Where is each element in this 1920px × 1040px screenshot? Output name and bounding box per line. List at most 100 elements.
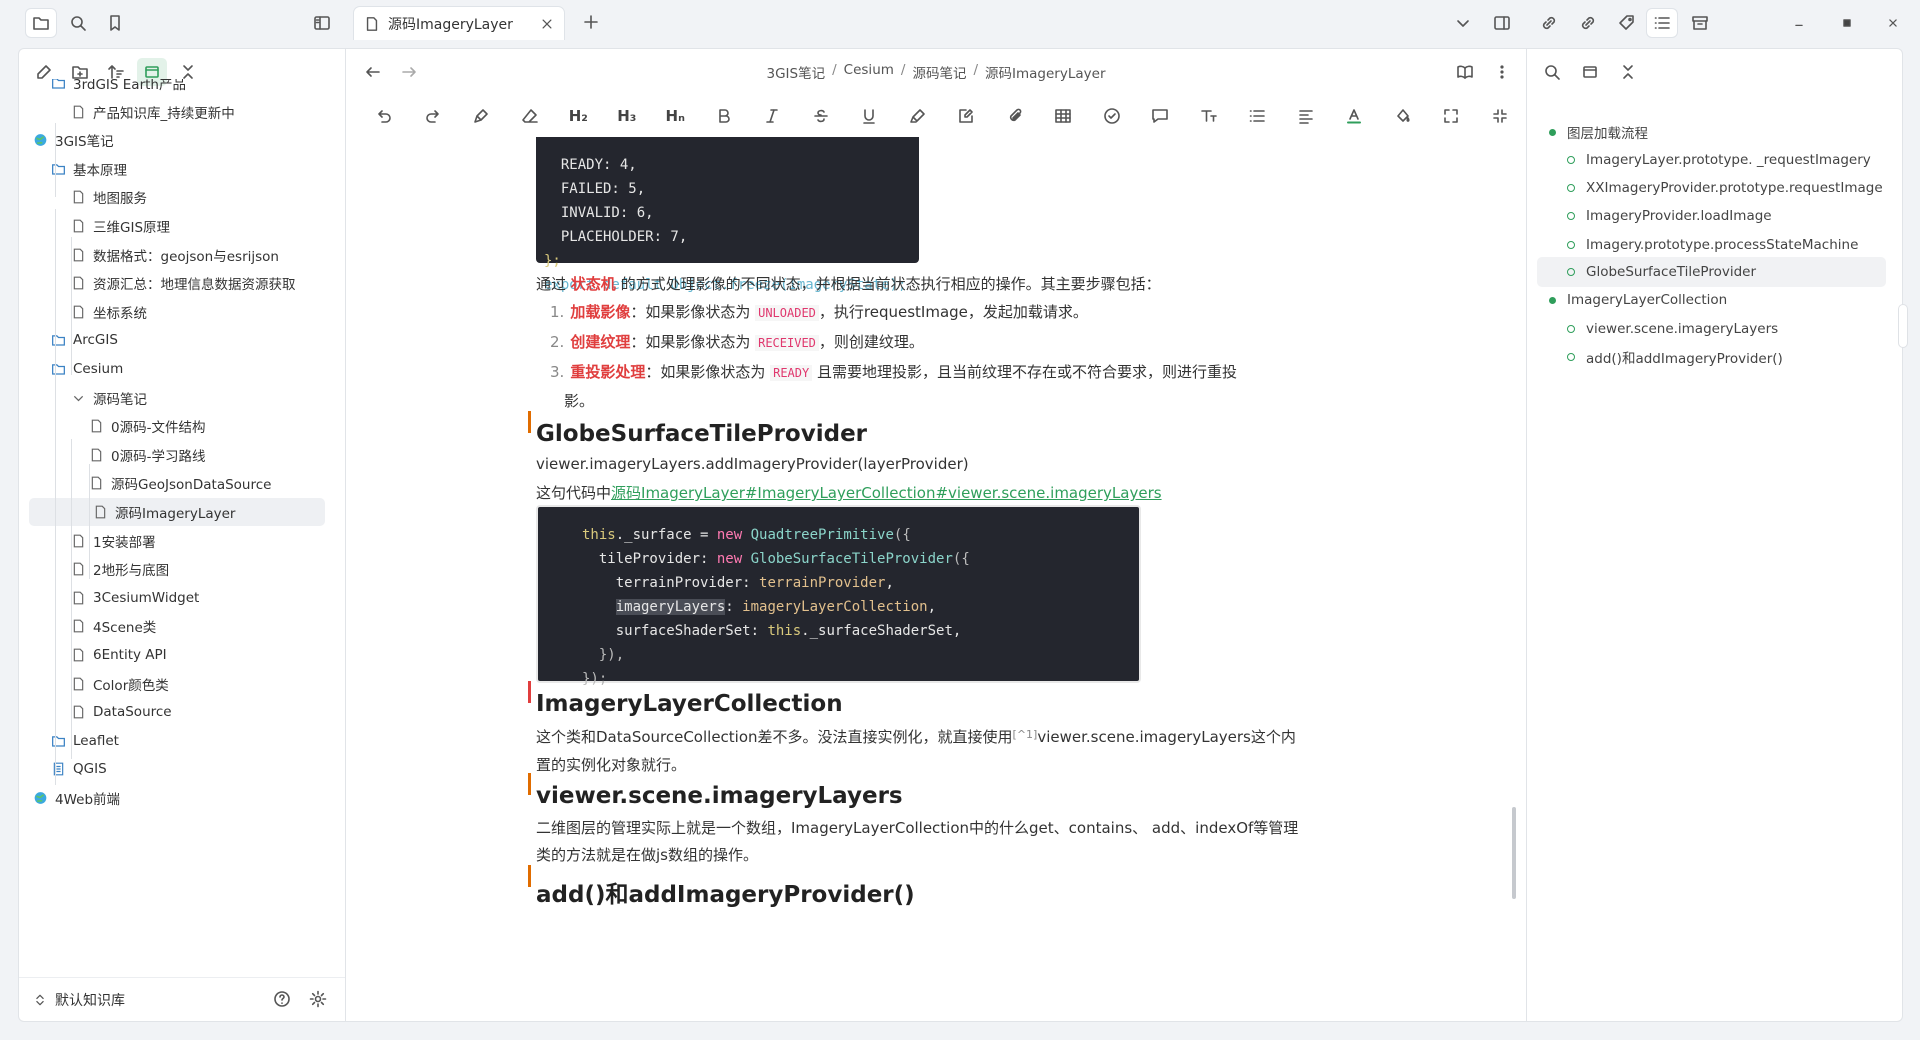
tree-item[interactable]: 4Scene类 xyxy=(71,612,156,640)
tree-item[interactable]: 3rdGIS Earth产品 xyxy=(51,79,186,97)
outline-item[interactable]: ImageryLayer.prototype. _requestImagery xyxy=(1567,145,1871,175)
tree-item[interactable]: 源码GeoJsonDataSource xyxy=(89,469,271,497)
fullscreen-button[interactable] xyxy=(1427,100,1476,132)
tree-item[interactable]: 0源码-文件结构 xyxy=(89,412,205,440)
tree-item[interactable]: ArcGIS xyxy=(51,326,118,354)
note-content[interactable]: READY: 4, FAILED: 5, INVALID: 6, PLACEHO… xyxy=(346,137,1526,1023)
breadcrumb-item[interactable]: 源码ImageryLayer xyxy=(985,62,1105,82)
tree-item[interactable]: 资源汇总：地理信息数据资源获取 xyxy=(71,269,296,297)
outline-item[interactable]: GlobeSurfaceTileProvider xyxy=(1537,257,1886,287)
toggle-right-sidebar-button[interactable] xyxy=(1487,9,1517,37)
outline-item[interactable]: Imagery.prototype.processStateMachine xyxy=(1567,230,1858,260)
outline-auto-expand-button[interactable] xyxy=(1575,58,1605,86)
editor-scrollbar[interactable] xyxy=(1512,807,1516,899)
tree-item[interactable]: DataSource xyxy=(71,698,172,726)
footnote-ref[interactable]: [^1] xyxy=(1013,728,1038,741)
tab-list-button[interactable] xyxy=(1448,9,1478,37)
minimize-button[interactable] xyxy=(1786,12,1812,34)
tree-item[interactable]: 地图服务 xyxy=(71,183,147,211)
strikethrough-icon xyxy=(813,109,828,123)
highlight-button[interactable] xyxy=(894,100,943,132)
table-button[interactable] xyxy=(1039,100,1088,132)
close-window-button[interactable] xyxy=(1880,12,1906,34)
outline-item[interactable]: ImageryLayerCollection xyxy=(1549,285,1727,315)
tree-item[interactable]: 4Web前端 xyxy=(33,784,120,812)
heading-3-button[interactable]: H₃ xyxy=(603,100,652,132)
outline-collapse-button[interactable] xyxy=(1613,58,1643,86)
outline-item[interactable]: 图层加载流程 xyxy=(1549,117,1648,147)
tree-item[interactable]: Color颜色类 xyxy=(71,670,169,698)
clear-format-button[interactable] xyxy=(506,100,555,132)
code-block-surface[interactable]: this._surface = new QuadtreePrimitive({ … xyxy=(536,505,1141,687)
tree-item[interactable]: 1安装部署 xyxy=(71,527,156,555)
settings-button[interactable] xyxy=(309,990,327,1008)
tree-item[interactable]: 源码ImageryLayer xyxy=(29,498,325,526)
breadcrumb-item[interactable]: 源码笔记 xyxy=(912,62,966,82)
new-tab-button[interactable] xyxy=(582,13,600,31)
list-button[interactable] xyxy=(1233,100,1282,132)
tree-item[interactable]: 3GIS笔记 xyxy=(33,126,114,154)
tab-active-note[interactable]: 源码ImageryLayer xyxy=(353,6,565,40)
tree-item[interactable]: 三维GIS原理 xyxy=(71,212,170,240)
tree-item[interactable]: 坐标系统 xyxy=(71,298,147,326)
font-color-button[interactable] xyxy=(1330,100,1379,132)
heading-2-button[interactable]: H₂ xyxy=(554,100,603,132)
back-button[interactable] xyxy=(364,63,382,81)
edit-button[interactable] xyxy=(942,100,991,132)
tree-item[interactable]: 基本原理 xyxy=(51,155,127,183)
tree-item[interactable]: 2地形与底图 xyxy=(71,555,169,583)
tags-button[interactable] xyxy=(1612,9,1642,37)
outgoing-links-button[interactable] xyxy=(1573,9,1603,37)
outline-button[interactable] xyxy=(1647,9,1677,37)
forward-button[interactable] xyxy=(400,63,418,81)
background-color-button[interactable] xyxy=(1379,100,1428,132)
tree-item[interactable]: 数据格式：geojson与esrijson xyxy=(71,241,279,269)
close-icon[interactable] xyxy=(540,17,554,31)
breadcrumb-item[interactable]: Cesium xyxy=(844,62,894,82)
file-explorer-button[interactable] xyxy=(26,9,56,37)
vault-switcher[interactable]: 默认知识库 xyxy=(19,977,345,1021)
tree-item[interactable]: Leaflet xyxy=(51,727,119,755)
reading-view-button[interactable] xyxy=(1456,63,1474,81)
toggle-left-sidebar-button[interactable] xyxy=(307,9,337,37)
callout-button[interactable] xyxy=(1136,100,1185,132)
code-block-imagery-state[interactable]: READY: 4, FAILED: 5, INVALID: 6, PLACEHO… xyxy=(536,137,919,293)
undo-button[interactable] xyxy=(360,100,409,132)
heading-n-button[interactable]: Hₙ xyxy=(651,100,700,132)
tree-item[interactable]: Cesium xyxy=(51,355,123,383)
tree-item[interactable]: QGIS xyxy=(51,755,107,783)
maximize-button[interactable] xyxy=(1834,12,1860,34)
backlinks-button[interactable] xyxy=(1534,9,1564,37)
more-options-button[interactable] xyxy=(1493,63,1511,81)
task-button[interactable] xyxy=(1088,100,1137,132)
tree-item[interactable]: 6Entity API xyxy=(71,641,167,669)
outline-search-button[interactable] xyxy=(1537,58,1567,86)
inline-code: READY xyxy=(770,365,813,381)
sidebar-resize-handle[interactable] xyxy=(1898,304,1908,348)
attachment-button[interactable] xyxy=(991,100,1040,132)
step-post: 且需要地理投影，且当前纹理不存在或不符合要求，则进行重投 xyxy=(812,363,1238,381)
underline-button[interactable] xyxy=(845,100,894,132)
help-button[interactable] xyxy=(273,990,291,1008)
tree-item[interactable]: 0源码-学习路线 xyxy=(89,441,205,469)
outline-item[interactable]: ImageryProvider.loadImage xyxy=(1567,201,1772,231)
tree-item[interactable]: 产品知识库_持续更新中 xyxy=(71,98,235,126)
archive-button[interactable] xyxy=(1685,9,1715,37)
outline-item[interactable]: add()和addImageryProvider() xyxy=(1567,342,1783,372)
italic-button[interactable] xyxy=(748,100,797,132)
focus-mode-button[interactable] xyxy=(1476,100,1525,132)
tree-item[interactable]: 源码笔记 xyxy=(71,384,147,412)
outline-item[interactable]: viewer.scene.imageryLayers xyxy=(1567,314,1778,344)
search-button[interactable] xyxy=(63,9,93,37)
tree-item[interactable]: 3CesiumWidget xyxy=(71,584,199,612)
internal-link[interactable]: 源码ImageryLayer#ImageryLayerCollection#vi… xyxy=(611,484,1162,502)
breadcrumb-item[interactable]: 3GIS笔记 xyxy=(767,62,826,82)
text-size-button[interactable] xyxy=(1185,100,1234,132)
redo-button[interactable] xyxy=(409,100,458,132)
outline-item[interactable]: XXImageryProvider.prototype.requestImage xyxy=(1567,173,1883,203)
bold-button[interactable] xyxy=(700,100,749,132)
bookmarks-button[interactable] xyxy=(100,9,130,37)
align-button[interactable] xyxy=(1282,100,1331,132)
format-painter-button[interactable] xyxy=(457,100,506,132)
strikethrough-button[interactable] xyxy=(797,100,846,132)
